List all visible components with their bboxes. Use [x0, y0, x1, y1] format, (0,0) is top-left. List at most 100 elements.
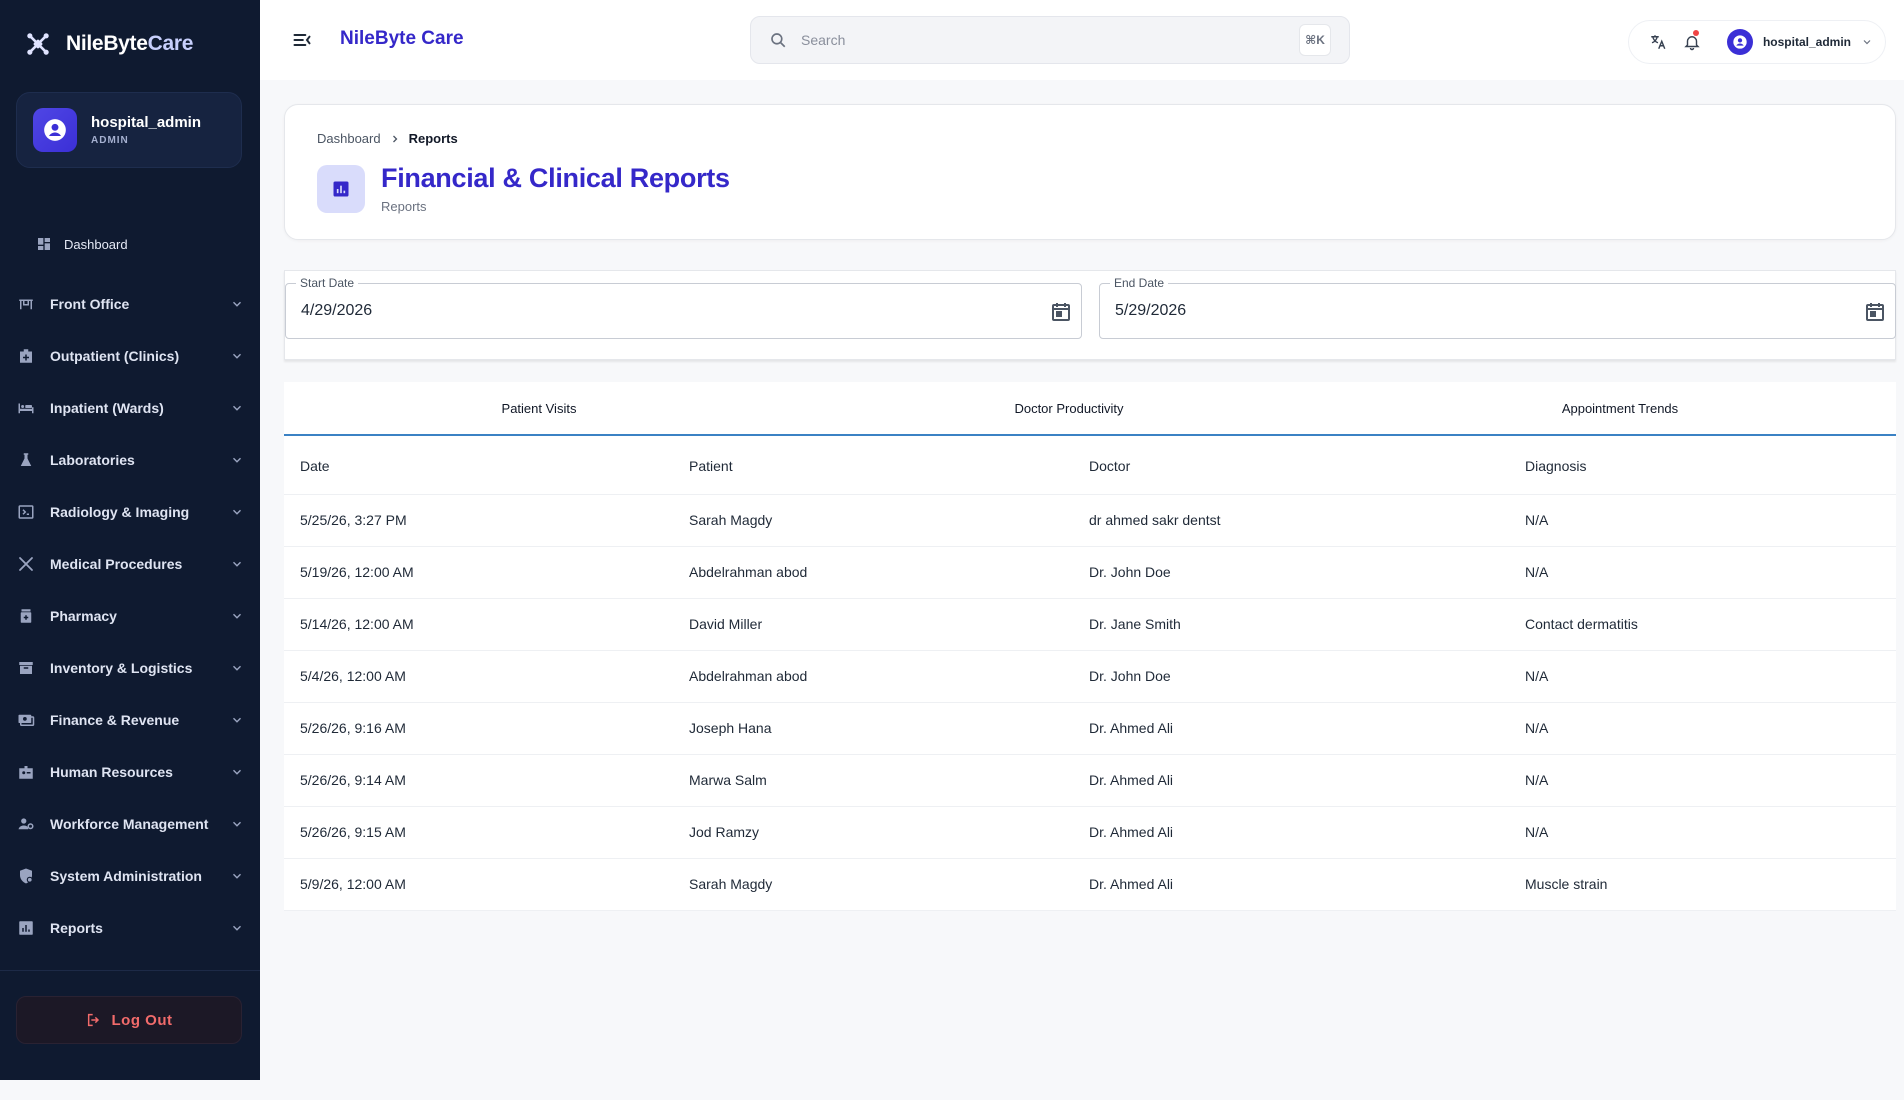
start-date-field[interactable]: Start Date 4/29/2026	[285, 276, 1082, 339]
people-settings-icon	[16, 814, 36, 834]
sidebar-item-inpatient[interactable]: Inpatient (Wards)	[0, 382, 260, 434]
cell-patient: Sarah Magdy	[673, 494, 1073, 547]
end-date-field[interactable]: End Date 5/29/2026	[1099, 276, 1896, 339]
table-row[interactable]: 5/19/26, 12:00 AM Abdelrahman abod Dr. J…	[284, 546, 1896, 599]
sidebar: NileByteCare hospital_admin ADMIN Dashbo…	[0, 0, 260, 1080]
translate-icon	[1651, 35, 1666, 50]
start-date-value[interactable]: 4/29/2026	[301, 302, 372, 320]
table-row[interactable]: 5/14/26, 12:00 AM David Miller Dr. Jane …	[284, 598, 1896, 651]
sidebar-item-label: Laboratories	[50, 452, 135, 468]
notification-dot	[1692, 30, 1699, 36]
cell-patient: Marwa Salm	[673, 754, 1073, 807]
column-header-date[interactable]: Date	[284, 438, 673, 495]
table-row[interactable]: 5/25/26, 3:27 PM Sarah Magdy dr ahmed sa…	[284, 494, 1896, 547]
column-header-diagnosis[interactable]: Diagnosis	[1509, 438, 1896, 495]
report-chart-icon	[16, 918, 36, 938]
page-icon	[317, 165, 365, 213]
search-bar[interactable]: ⌘K	[750, 16, 1350, 64]
chevron-down-icon	[1863, 40, 1871, 45]
sidebar-divider	[0, 970, 260, 971]
medicine-bottle-icon	[16, 606, 36, 626]
patient-visits-table: Date Patient Doctor Diagnosis 5/25/26, 3…	[284, 438, 1896, 911]
account-name: hospital_admin	[1762, 35, 1851, 49]
cell-diagnosis: N/A	[1509, 546, 1896, 599]
calendar-icon[interactable]	[1049, 300, 1073, 324]
page-header: Dashboard Reports Financial & Clinical R…	[284, 104, 1896, 240]
cell-patient: David Miller	[673, 598, 1073, 651]
payments-icon	[16, 710, 36, 730]
translate-button[interactable]	[1641, 22, 1675, 62]
cell-date: 5/19/26, 12:00 AM	[284, 546, 673, 599]
calendar-icon[interactable]	[1863, 300, 1887, 324]
user-name: hospital_admin	[91, 114, 202, 131]
shortcut-badge: ⌘K	[1299, 24, 1331, 56]
topbar: NileByte Care ⌘K hospital_admin	[260, 0, 1904, 80]
sidebar-item-reports[interactable]: Reports	[0, 902, 260, 954]
sidebar-item-front-office[interactable]: Front Office	[0, 278, 260, 330]
sidebar-item-outpatient[interactable]: Outpatient (Clinics)	[0, 330, 260, 382]
table-row[interactable]: 5/9/26, 12:00 AM Sarah Magdy Dr. Ahmed A…	[284, 858, 1896, 911]
sidebar-item-workforce[interactable]: Workforce Management	[0, 798, 260, 850]
column-header-patient[interactable]: Patient	[673, 438, 1073, 495]
cell-patient: Jod Ramzy	[673, 806, 1073, 859]
report-panel: Patient Visits Doctor Productivity Appoi…	[284, 382, 1896, 911]
sidebar-item-laboratories[interactable]: Laboratories	[0, 434, 260, 486]
cell-doctor: Dr. Ahmed Ali	[1073, 702, 1509, 755]
sidebar-item-label: Human Resources	[50, 764, 173, 780]
tab-doctor-productivity[interactable]: Doctor Productivity	[794, 382, 1344, 434]
column-header-doctor[interactable]: Doctor	[1073, 438, 1509, 495]
tab-appointment-trends[interactable]: Appointment Trends	[1344, 382, 1896, 434]
cell-patient: Sarah Magdy	[673, 858, 1073, 911]
end-date-value[interactable]: 5/29/2026	[1115, 302, 1186, 320]
cell-diagnosis: N/A	[1509, 754, 1896, 807]
breadcrumb-home[interactable]: Dashboard	[317, 131, 381, 146]
menu-toggle-icon[interactable]	[292, 30, 312, 50]
sidebar-item-dashboard[interactable]: Dashboard	[0, 222, 260, 266]
user-role: ADMIN	[91, 135, 129, 146]
tab-patient-visits[interactable]: Patient Visits	[284, 382, 794, 434]
cell-diagnosis: N/A	[1509, 806, 1896, 859]
chevron-down-icon	[233, 925, 241, 931]
cell-patient: Joseph Hana	[673, 702, 1073, 755]
search-input[interactable]	[801, 32, 1285, 48]
sidebar-item-inventory[interactable]: Inventory & Logistics	[0, 642, 260, 694]
table-row[interactable]: 5/26/26, 9:16 AM Joseph Hana Dr. Ahmed A…	[284, 702, 1896, 755]
cell-date: 5/26/26, 9:15 AM	[284, 806, 673, 859]
reception-desk-icon	[16, 294, 36, 314]
report-tabs: Patient Visits Doctor Productivity Appoi…	[284, 382, 1896, 436]
account-menu[interactable]: hospital_admin	[1726, 29, 1873, 55]
cell-doctor: Dr. Jane Smith	[1073, 598, 1509, 651]
chevron-down-icon	[233, 457, 241, 463]
sidebar-item-label: Front Office	[50, 296, 130, 312]
sidebar-item-label: System Administration	[50, 868, 202, 884]
sidebar-item-label: Outpatient (Clinics)	[50, 348, 180, 364]
sidebar-item-human-resources[interactable]: Human Resources	[0, 746, 260, 798]
cell-doctor: Dr. Ahmed Ali	[1073, 754, 1509, 807]
user-card[interactable]: hospital_admin ADMIN	[16, 92, 242, 168]
table-row[interactable]: 5/4/26, 12:00 AM Abdelrahman abod Dr. Jo…	[284, 650, 1896, 703]
sidebar-item-finance[interactable]: Finance & Revenue	[0, 694, 260, 746]
sidebar-item-label: Inpatient (Wards)	[50, 400, 164, 416]
medical-bag-icon	[16, 346, 36, 366]
badge-icon	[16, 762, 36, 782]
sidebar-item-pharmacy[interactable]: Pharmacy	[0, 590, 260, 642]
table-row[interactable]: 5/26/26, 9:15 AM Jod Ramzy Dr. Ahmed Ali…	[284, 806, 1896, 859]
cell-doctor: dr ahmed sakr dentst	[1073, 494, 1509, 547]
cell-date: 5/26/26, 9:14 AM	[284, 754, 673, 807]
chevron-down-icon	[233, 509, 241, 515]
date-filters: Start Date 4/29/2026 End Date 5/29/2026	[284, 270, 1896, 360]
sidebar-item-radiology[interactable]: Radiology & Imaging	[0, 486, 260, 538]
notifications-button[interactable]	[1675, 22, 1709, 62]
sidebar-item-label: Reports	[50, 920, 103, 936]
table-row[interactable]: 5/26/26, 9:14 AM Marwa Salm Dr. Ahmed Al…	[284, 754, 1896, 807]
logo-icon	[27, 33, 49, 55]
sidebar-item-system-administration[interactable]: System Administration	[0, 850, 260, 902]
logout-button[interactable]: Log Out	[16, 996, 242, 1044]
sidebar-item-medical-procedures[interactable]: Medical Procedures	[0, 538, 260, 590]
cell-patient: Abdelrahman abod	[673, 546, 1073, 599]
brand-name: NileByteCare	[66, 32, 194, 55]
brand[interactable]: NileByteCare	[24, 30, 193, 58]
sidebar-item-label: Medical Procedures	[50, 556, 183, 572]
end-date-label: End Date	[1110, 276, 1169, 290]
chevron-down-icon	[233, 353, 241, 359]
